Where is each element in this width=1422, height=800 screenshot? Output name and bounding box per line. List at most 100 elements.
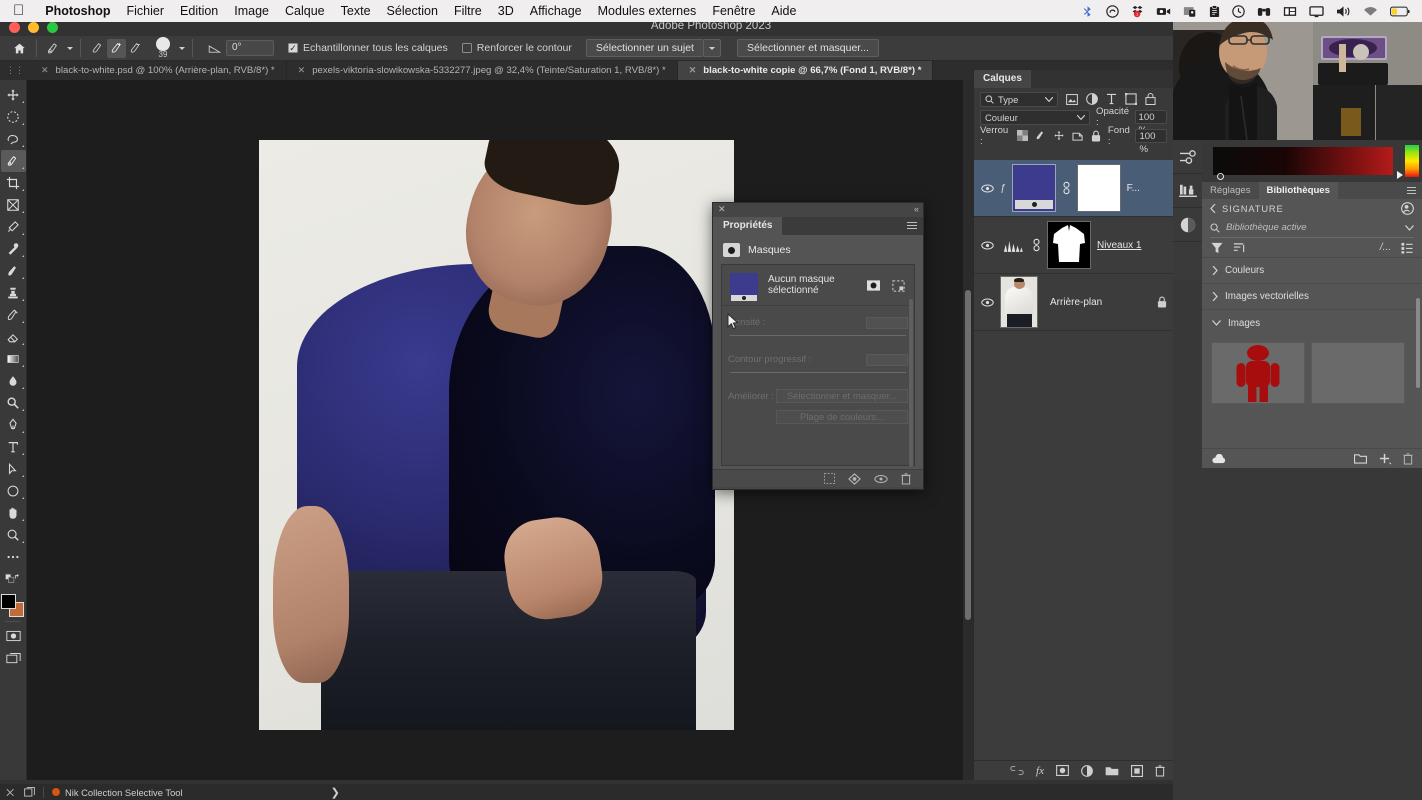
nik-plugin-status[interactable]: Nik Collection Selective Tool (52, 787, 183, 798)
creative-cloud-icon[interactable] (1100, 4, 1125, 18)
select-and-mask-button[interactable]: Sélectionner et masquer... (736, 39, 879, 57)
eraser-tool-icon[interactable] (1, 326, 26, 348)
scroll-thumb[interactable] (965, 290, 971, 620)
libraries-scrollbar[interactable] (1416, 298, 1420, 388)
properties-rail-icon[interactable] (1173, 208, 1202, 242)
feather-row[interactable]: Contour progressif : (722, 338, 914, 375)
type-tool-icon[interactable] (1, 436, 26, 458)
dropbox-icon[interactable]: 1 (1125, 5, 1150, 18)
gradient-strip[interactable] (1213, 147, 1403, 180)
delete-mask-icon[interactable] (901, 472, 911, 485)
dodge-tool-icon[interactable] (1, 392, 26, 414)
adjustments-rail-icon[interactable] (1173, 140, 1202, 174)
object-selection-tool-icon[interactable] (0, 150, 26, 172)
feather-slider[interactable] (730, 372, 906, 373)
screen-mode-icon[interactable] (1, 647, 26, 669)
close-button[interactable] (9, 22, 20, 33)
menu-item-texte[interactable]: Texte (333, 4, 379, 18)
fill-value[interactable]: 100 % (1135, 128, 1167, 155)
gradient-right-handle[interactable] (1397, 171, 1403, 179)
menu-item-modules-externes[interactable]: Modules externes (590, 4, 705, 18)
pixel-filter-icon[interactable] (1066, 93, 1078, 105)
quick-mask-icon[interactable] (1, 625, 26, 647)
load-selection-icon[interactable] (824, 473, 835, 484)
layer-visibility-icon[interactable] (980, 298, 994, 307)
canvas-vertical-scrollbar[interactable] (963, 80, 973, 780)
volume-icon[interactable] (1330, 5, 1357, 18)
lock-image-icon[interactable] (1035, 130, 1046, 141)
panel-menu-icon[interactable] (907, 222, 917, 231)
libraries-rail-icon[interactable] (1173, 174, 1202, 208)
default-colors-icon[interactable] (1, 568, 26, 590)
density-slider[interactable] (730, 335, 906, 336)
bluetooth-icon[interactable] (1075, 5, 1100, 18)
smart-object-filter-icon[interactable] (1145, 93, 1156, 105)
chevron-down-icon[interactable] (1077, 114, 1085, 120)
opacity-value[interactable]: 100 % (1134, 110, 1167, 136)
library-search-input[interactable]: Bibliothèque active (1226, 222, 1307, 233)
layer-mask-thumbnail[interactable] (1047, 221, 1091, 269)
brush-size-chevron-icon[interactable] (179, 46, 185, 50)
new-adjustment-layer-icon[interactable] (1081, 764, 1093, 777)
wifi-icon[interactable] (1357, 5, 1384, 18)
add-selection-brush-icon[interactable] (107, 38, 126, 58)
new-layer-icon[interactable] (1131, 764, 1143, 777)
refine-edge-check[interactable] (461, 43, 472, 53)
menu-item-filtre[interactable]: Filtre (446, 4, 490, 18)
layers-list[interactable]: ƒ F... Niveaux 1 Arrière-plan (974, 160, 1173, 780)
layer-name[interactable]: F... (1127, 183, 1140, 194)
ellipse-tool-icon[interactable] (1, 480, 26, 502)
select-subject-chevron-icon[interactable] (703, 39, 721, 57)
lock-artboard-icon[interactable] (1072, 130, 1084, 141)
brush-tool-icon[interactable] (1, 260, 26, 282)
cloud-sync-icon[interactable] (1211, 453, 1226, 464)
type-filter-icon[interactable] (1106, 93, 1117, 105)
time-machine-icon[interactable] (1226, 4, 1251, 18)
close-icon[interactable]: ✕ (298, 65, 306, 76)
eyedropper-tool-icon[interactable] (1, 216, 26, 238)
layer-visibility-icon[interactable] (980, 184, 994, 193)
properties-scrollbar[interactable] (909, 299, 913, 467)
library-item-red-person[interactable] (1211, 342, 1305, 404)
layer-name[interactable]: Niveaux 1 (1097, 240, 1141, 251)
minimize-button[interactable] (28, 22, 39, 33)
tab-bibliotheques[interactable]: Bibliothèques (1258, 182, 1338, 199)
view-list-icon[interactable] (1401, 242, 1413, 254)
screen-mode-icon[interactable] (24, 787, 35, 797)
document-image[interactable] (259, 140, 734, 730)
layer-link-icon[interactable] (1062, 181, 1071, 195)
brush-preset-icon[interactable] (44, 39, 63, 58)
quick-mask-icon[interactable] (6, 788, 16, 797)
chevron-down-icon[interactable] (1045, 96, 1053, 102)
sample-all-layers-check[interactable] (288, 43, 298, 53)
menu-item-photoshop[interactable]: Photoshop (37, 4, 118, 18)
layer-link-icon[interactable] (1032, 238, 1041, 252)
menu-item-selection[interactable]: Sélection (379, 4, 446, 18)
path-selection-tool-icon[interactable] (1, 458, 26, 480)
menu-item-fichier[interactable]: Fichier (119, 4, 173, 18)
chevron-right-icon[interactable] (1212, 292, 1218, 301)
libraries-breadcrumb[interactable]: SIGNATURE (1202, 199, 1422, 218)
menu-item-affichage[interactable]: Affichage (522, 4, 590, 18)
close-icon[interactable]: ✕ (718, 204, 726, 215)
refine-edge-checkbox[interactable]: Renforcer le contour (461, 42, 572, 54)
foreground-color-swatch[interactable] (1, 594, 16, 609)
brush-size-control[interactable]: 39 (151, 37, 175, 59)
layer-style-fx-icon[interactable]: fx (1036, 765, 1044, 777)
feather-value-field[interactable] (866, 354, 908, 366)
menu-item-image[interactable]: Image (226, 4, 277, 18)
library-search-row[interactable]: Bibliothèque active (1210, 218, 1414, 238)
close-icon[interactable]: ✕ (689, 65, 697, 76)
tab-reglages[interactable]: Réglages (1202, 182, 1259, 199)
library-item-empty[interactable] (1311, 342, 1405, 404)
frame-tool-icon[interactable] (1, 194, 26, 216)
sort-icon[interactable] (1233, 242, 1245, 254)
blur-tool-icon[interactable] (1, 370, 26, 392)
panel-menu-icon[interactable] (1407, 187, 1416, 196)
layer-mask-thumbnail[interactable] (1076, 164, 1121, 212)
layer-row-fond[interactable]: ƒ F... (974, 160, 1173, 217)
apply-mask-icon[interactable] (848, 472, 861, 485)
toggle-mask-icon[interactable] (874, 474, 888, 484)
chevron-right-icon[interactable]: ❯ (331, 786, 340, 799)
history-brush-tool-icon[interactable] (1, 304, 26, 326)
